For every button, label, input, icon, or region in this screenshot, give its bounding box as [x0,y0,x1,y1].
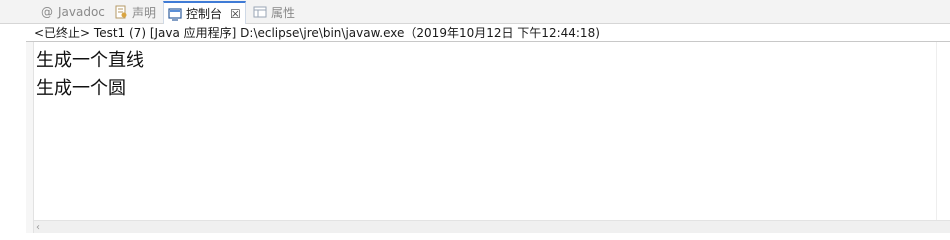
tab-console[interactable]: 控制台 ☒ [163,1,246,24]
tab-label: 控制台 [186,7,223,21]
tab-label: Javadoc [58,5,105,19]
console-gutter [26,42,34,233]
close-icon[interactable]: ☒ [230,7,241,21]
tab-properties[interactable]: 属性 [249,2,299,22]
horizontal-scrollbar[interactable]: ‹ [34,220,950,233]
left-margin [0,24,26,233]
view-tab-bar: @ Javadoc 声明 控制台 ☒ 属性 [0,0,950,24]
properties-icon [253,5,267,19]
at-sign-icon: @ [40,5,54,19]
svg-text:@: @ [41,5,53,19]
tab-label: 属性 [271,5,296,20]
eclipse-console-view: @ Javadoc 声明 控制台 ☒ 属性 <已终止> Test1 (7) [J… [0,0,950,233]
console-icon [168,7,182,21]
declaration-icon [114,5,128,19]
console-output[interactable]: 生成一个直线 生成一个圆 [36,47,936,217]
tab-declaration[interactable]: 声明 [110,2,160,22]
tab-label: 声明 [132,5,157,20]
console-line: 生成一个直线 [36,50,144,71]
process-status: <已终止> Test1 (7) [Java 应用程序] D:\eclipse\j… [34,26,600,40]
vertical-scrollbar[interactable] [936,42,950,220]
tab-javadoc[interactable]: @ Javadoc [36,2,109,22]
header-divider [0,41,950,42]
console-line: 生成一个圆 [36,78,126,99]
scroll-left-icon[interactable]: ‹ [36,222,40,233]
